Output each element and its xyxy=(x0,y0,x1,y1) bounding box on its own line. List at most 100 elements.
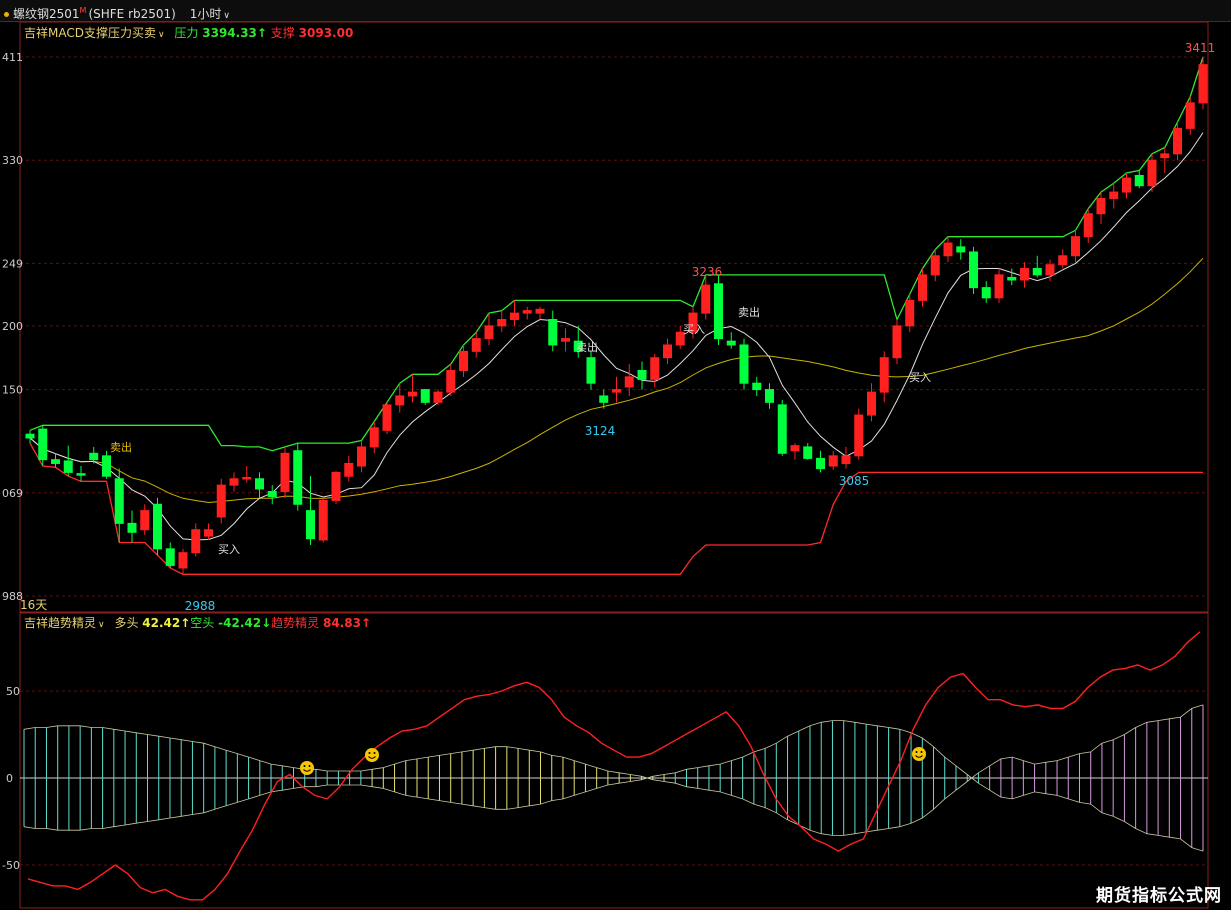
candle-body xyxy=(637,369,647,380)
candle-body xyxy=(153,503,162,550)
candle-body xyxy=(956,246,966,253)
low2-price-label: 3085 xyxy=(839,474,870,488)
candle-body xyxy=(114,478,124,524)
candle-body xyxy=(471,338,481,352)
candle-body xyxy=(790,445,800,452)
candle-body xyxy=(216,484,226,518)
main-indicator-header[interactable]: 吉祥MACD支撑压力买卖 ∨ 压力 3394.33↑ 支撑 3093.00 xyxy=(24,24,353,41)
pressure-value: 3394.33↑ xyxy=(202,26,267,40)
candle-body xyxy=(765,389,774,403)
watermark-text: 期货指标公式网 xyxy=(1096,886,1222,906)
smiley-eye-icon xyxy=(920,751,923,753)
candle-body xyxy=(484,325,494,340)
main-panel-frame xyxy=(19,21,1209,613)
candle-body xyxy=(522,310,532,314)
candle-body xyxy=(293,450,303,505)
high-price-label: 3411 xyxy=(1185,41,1216,55)
long-label: 多头 xyxy=(114,616,139,630)
candle-body xyxy=(1173,127,1182,155)
candle-body xyxy=(1198,64,1208,104)
candle-body xyxy=(1160,153,1170,159)
short-value: -42.42↓ xyxy=(218,616,272,630)
candle-body xyxy=(892,325,902,359)
candle-body xyxy=(1045,264,1055,276)
candle-body xyxy=(1096,197,1106,215)
sub-indicator-name: 吉祥趋势精灵 xyxy=(24,616,97,630)
candle-body xyxy=(191,529,201,554)
smiley-marker-icon xyxy=(365,748,379,762)
candle-body xyxy=(561,338,570,342)
candle-body xyxy=(1109,191,1119,199)
candle-body xyxy=(1020,268,1029,281)
candle-body xyxy=(255,478,264,490)
candle-body xyxy=(535,308,545,314)
candle-body xyxy=(229,478,239,486)
smiley-eye-icon xyxy=(368,752,371,754)
candle-body xyxy=(1185,102,1195,129)
buy-signal-label: 买入 xyxy=(218,543,240,556)
candle-body xyxy=(739,344,749,384)
candle-body xyxy=(510,312,519,320)
sub-indicator-header[interactable]: 吉祥趋势精灵 ∨ 多头 42.42↑空头 -42.42↓趋势精灵 84.83↑ xyxy=(24,614,371,631)
candle-body xyxy=(828,455,838,467)
candle-body xyxy=(1134,175,1144,187)
candle-body xyxy=(63,460,73,473)
candle-body xyxy=(663,344,672,359)
smiley-eye-icon xyxy=(915,751,918,753)
long-value: 42.42↑ xyxy=(142,616,191,630)
candle-body xyxy=(1122,177,1131,193)
smiley-marker-icon xyxy=(300,761,314,775)
candle-body xyxy=(1147,159,1157,187)
long-series-line xyxy=(23,704,1204,836)
candle-body xyxy=(854,414,864,457)
sub-y-tick-label: 0 xyxy=(6,772,13,785)
candle-body xyxy=(306,510,315,540)
candle-body xyxy=(344,462,354,477)
candle-body xyxy=(102,455,111,477)
chart-canvas[interactable]: 411330249200150069988500-503411323629883… xyxy=(0,0,1231,910)
candle-body xyxy=(382,404,392,431)
buy-signal-label: 买入 xyxy=(683,323,705,336)
candle-body xyxy=(165,548,175,566)
short-label: 空头 xyxy=(190,616,215,630)
candle-body xyxy=(726,340,736,346)
candle-body xyxy=(969,251,978,289)
candle-body xyxy=(459,350,468,371)
candle-body xyxy=(25,433,35,439)
candle-body xyxy=(127,522,137,533)
candle-body xyxy=(841,455,851,464)
candle-body xyxy=(701,284,711,314)
main-indicator-name: 吉祥MACD支撑压力买卖 xyxy=(24,26,156,40)
days-label: 16天 xyxy=(20,598,48,612)
main-y-tick-label: 330 xyxy=(2,154,23,167)
sell-signal-label: 卖出 xyxy=(576,340,598,354)
candle-body xyxy=(548,318,558,346)
candle-body xyxy=(89,452,99,461)
mid-low-price-label: 3124 xyxy=(585,424,616,438)
main-y-tick-label: 200 xyxy=(2,320,23,333)
candle-body xyxy=(242,476,252,480)
candle-body xyxy=(1032,268,1042,276)
trend-label: 趋势精灵 xyxy=(271,616,320,630)
candle-body xyxy=(943,242,953,257)
candle-body xyxy=(178,552,188,569)
candle-body xyxy=(994,274,1004,299)
candle-body xyxy=(446,369,456,393)
smiley-eye-icon xyxy=(308,765,311,767)
pressure-label: 压力 xyxy=(174,26,199,40)
candle-body xyxy=(497,318,507,327)
trend-value: 84.83↑ xyxy=(322,616,371,630)
candle-body xyxy=(51,459,60,464)
candle-body xyxy=(76,473,86,476)
candle-body xyxy=(408,391,417,397)
candle-body xyxy=(433,391,443,403)
sub-y-tick-label: 50 xyxy=(6,685,20,698)
main-y-tick-label: 150 xyxy=(2,384,23,397)
support-value: 3093.00 xyxy=(298,26,354,40)
candle-body xyxy=(612,389,621,393)
ma-short-line xyxy=(29,132,1204,541)
peak-price-label: 3236 xyxy=(692,265,723,279)
smiley-eye-icon xyxy=(373,752,376,754)
candle-body xyxy=(395,395,405,406)
candle-body xyxy=(981,287,991,299)
